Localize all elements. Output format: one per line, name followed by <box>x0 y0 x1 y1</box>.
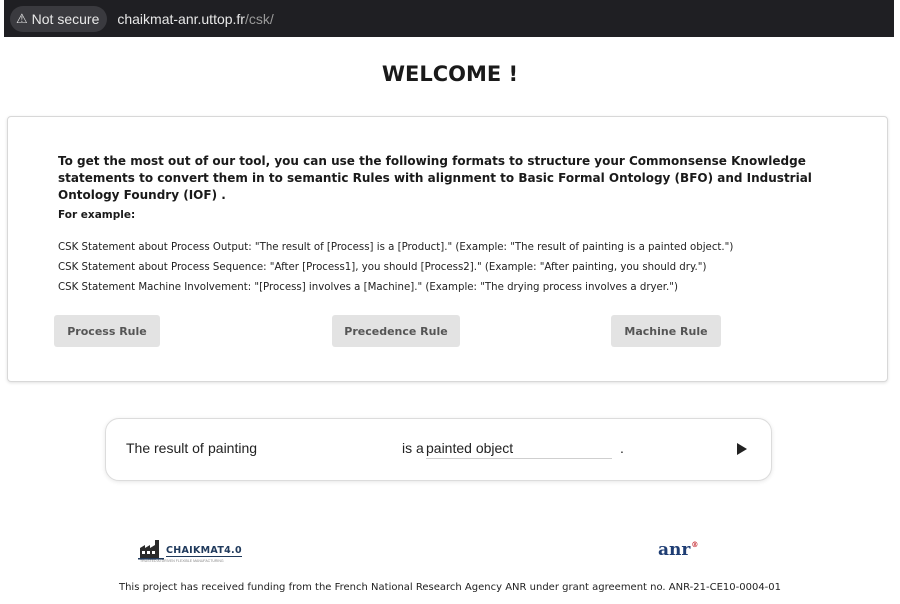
example-machine-involvement: CSK Statement Machine Involvement: "[Pro… <box>58 282 678 293</box>
instructions-card: To get the most out of our tool, you can… <box>7 116 888 382</box>
chaikmat-logo: CHAIKMAT4.0 TRUSTED AI DRIVEN FLEXIBLE M… <box>138 536 256 566</box>
precedence-rule-button[interactable]: Precedence Rule <box>332 315 460 347</box>
process-rule-button[interactable]: Process Rule <box>54 315 160 347</box>
security-label: Not secure <box>31 10 100 27</box>
intro-text: To get the most out of our tool, you can… <box>58 154 812 202</box>
page-title: WELCOME ! <box>381 62 519 86</box>
statement-end: . <box>620 440 624 456</box>
anr-logo: anr® <box>658 540 698 560</box>
example-list: CSK Statement about Process Output: "The… <box>58 238 858 298</box>
example-process-sequence: CSK Statement about Process Sequence: "A… <box>58 262 707 273</box>
anr-logo-text: anr <box>658 540 691 560</box>
chaikmat-logo-text: CHAIKMAT4.0 <box>166 545 242 557</box>
example-heading: For example: <box>58 209 136 221</box>
statement-prefix: The result of <box>126 440 204 456</box>
example-process-output: CSK Statement about Process Output: "The… <box>58 242 734 253</box>
machine-rule-button[interactable]: Machine Rule <box>611 315 721 347</box>
play-icon <box>737 443 747 455</box>
url-path: /csk/ <box>244 10 274 27</box>
browser-address-bar[interactable]: ⚠ Not secure chaikmat-anr.uttop.fr/csk/ <box>4 0 894 37</box>
anr-registered-mark: ® <box>691 540 699 549</box>
warning-triangle-icon: ⚠ <box>16 10 28 26</box>
url-host: chaikmat-anr.uttop.fr <box>117 10 245 27</box>
funding-notice: This project has received funding from t… <box>118 582 782 593</box>
factory-icon <box>138 540 164 560</box>
security-indicator[interactable]: ⚠ Not secure <box>10 5 108 32</box>
statement-middle: is a <box>402 440 424 456</box>
statement-builder: The result of is a . <box>105 418 772 481</box>
url-text[interactable]: chaikmat-anr.uttop.fr/csk/ <box>117 11 273 27</box>
chaikmat-tagline: TRUSTED AI DRIVEN FLEXIBLE MANUFACTURING <box>140 559 224 563</box>
product-input[interactable] <box>426 437 612 459</box>
submit-button[interactable] <box>737 441 751 457</box>
process-input[interactable] <box>208 437 368 459</box>
